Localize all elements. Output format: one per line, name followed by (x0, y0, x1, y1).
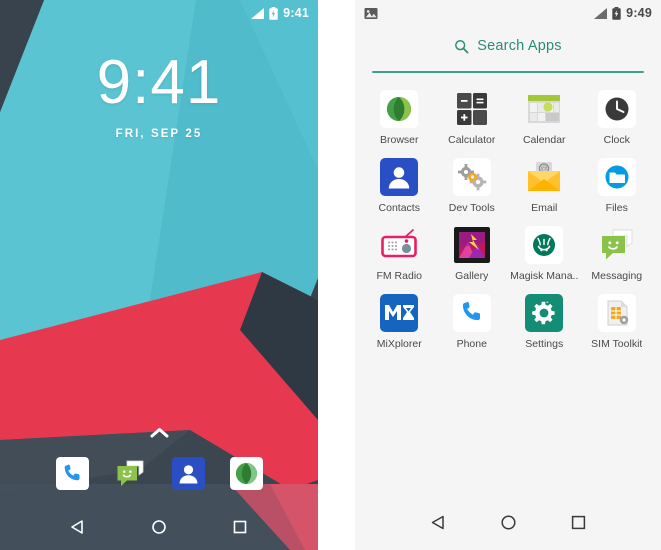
app-label: Dev Tools (448, 202, 495, 214)
app-label: SIM Toolkit (591, 338, 643, 350)
nav-back-button[interactable] (427, 511, 449, 533)
recents-square-icon (233, 520, 246, 533)
email-icon: @ (525, 158, 563, 196)
lockscreen-time: 9:41 (96, 48, 222, 117)
sim-toolkit-icon (597, 294, 636, 332)
app-item-calendar[interactable]: Calendar (508, 90, 581, 146)
phone-icon (55, 456, 89, 490)
lockscreen-date: FRI, SEP 25 (115, 128, 203, 140)
messaging-icon (117, 460, 143, 486)
app-label: Magisk Mana.. (510, 270, 579, 282)
app-item-settings[interactable]: Settings (508, 294, 581, 350)
files-icon (597, 158, 636, 196)
battery-charging-icon (269, 6, 278, 20)
right-navigation-bar (355, 494, 661, 550)
left-status-bar: 9:41 (0, 0, 318, 26)
nav-recents-button[interactable] (229, 516, 251, 538)
home-dock (0, 443, 318, 503)
search-underline (372, 71, 644, 73)
dock-item-browser[interactable] (229, 456, 263, 490)
settings-icon (525, 294, 564, 332)
screenshot-stage: 9:41 9:41 FRI, SEP 25 9:49 Search Apps B… (0, 0, 661, 550)
right-status-bar: 9:49 (355, 0, 661, 26)
magisk-manager-icon (525, 226, 564, 264)
search-apps-label: Search Apps (477, 38, 562, 54)
back-triangle-icon (431, 515, 444, 529)
app-label: Phone (456, 338, 487, 350)
right-status-bar-indicators: 9:49 (594, 6, 652, 20)
left-status-bar-clock: 9:41 (283, 6, 309, 20)
app-item-dev-tools[interactable]: Dev Tools (436, 158, 509, 214)
calculator-icon (453, 90, 491, 128)
app-item-calculator[interactable]: Calculator (436, 90, 509, 146)
dock-item-phone[interactable] (55, 456, 89, 490)
phone-icon (452, 294, 491, 332)
lockscreen-clock-widget: 9:41 FRI, SEP 25 (0, 48, 318, 141)
app-label: Calculator (448, 134, 496, 146)
app-item-browser[interactable]: Browser (363, 90, 436, 146)
browser-icon (229, 456, 263, 490)
app-label: Contacts (378, 202, 420, 214)
app-label: FM Radio (376, 270, 422, 282)
app-item-magisk-manager[interactable]: Magisk Mana.. (508, 226, 581, 282)
app-label: Browser (379, 134, 419, 146)
battery-charging-icon (612, 6, 621, 20)
search-icon (455, 39, 469, 53)
calendar-icon (525, 90, 563, 128)
contacts-icon (380, 158, 419, 196)
app-item-mixplorer[interactable]: MiXplorer (363, 294, 436, 350)
right-status-bar-clock: 9:49 (626, 6, 652, 20)
clock-icon (597, 90, 636, 128)
nav-home-button[interactable] (497, 511, 519, 533)
browser-icon (380, 90, 419, 128)
image-notification-icon (364, 7, 378, 20)
mixplorer-icon (380, 294, 419, 332)
app-drawer-handle[interactable] (0, 422, 318, 442)
home-circle-icon (500, 514, 516, 530)
back-triangle-icon (71, 519, 84, 534)
gallery-icon (453, 226, 491, 264)
dock-item-contacts[interactable] (171, 456, 205, 490)
signal-bars-icon (594, 7, 608, 19)
app-label: Messaging (591, 270, 643, 282)
app-label: Settings (525, 338, 564, 350)
contacts-icon (171, 456, 205, 490)
left-phone-home-screen: 9:41 9:41 FRI, SEP 25 (0, 0, 318, 550)
right-phone-app-drawer: 9:49 Search Apps Browser Calculator Cale… (355, 0, 661, 550)
app-label: Email (531, 202, 558, 214)
nav-home-button[interactable] (148, 516, 170, 538)
app-label: Clock (603, 134, 630, 146)
app-label: Files (605, 202, 628, 214)
dev-tools-icon (452, 158, 491, 196)
nav-back-button[interactable] (67, 516, 89, 538)
left-navigation-bar (0, 503, 318, 550)
chevron-up-icon (150, 427, 168, 437)
app-item-fm-radio[interactable]: FM Radio (363, 226, 436, 282)
dock-item-messaging[interactable] (114, 457, 147, 490)
app-item-files[interactable]: Files (581, 158, 654, 214)
app-item-email[interactable]: @ Email (508, 158, 581, 214)
signal-bars-icon (251, 7, 265, 19)
left-status-bar-indicators: 9:41 (251, 6, 309, 20)
search-apps-button[interactable]: Search Apps (355, 38, 661, 54)
app-item-gallery[interactable]: Gallery (436, 226, 509, 282)
app-label: Calendar (522, 134, 566, 146)
nav-recents-button[interactable] (567, 511, 589, 533)
app-item-sim-toolkit[interactable]: SIM Toolkit (581, 294, 654, 350)
app-item-clock[interactable]: Clock (581, 90, 654, 146)
app-item-messaging[interactable]: Messaging (581, 226, 654, 282)
app-grid: Browser Calculator Calendar Clock Contac… (363, 90, 653, 350)
app-item-contacts[interactable]: Contacts (363, 158, 436, 214)
messaging-icon (598, 226, 636, 264)
app-label: MiXplorer (376, 338, 422, 350)
app-label: Gallery (455, 270, 489, 282)
right-status-bar-notifications (364, 7, 378, 20)
recents-square-icon (571, 515, 585, 529)
fm-radio-icon (380, 226, 418, 264)
app-item-phone[interactable]: Phone (436, 294, 509, 350)
home-circle-icon (152, 519, 166, 534)
